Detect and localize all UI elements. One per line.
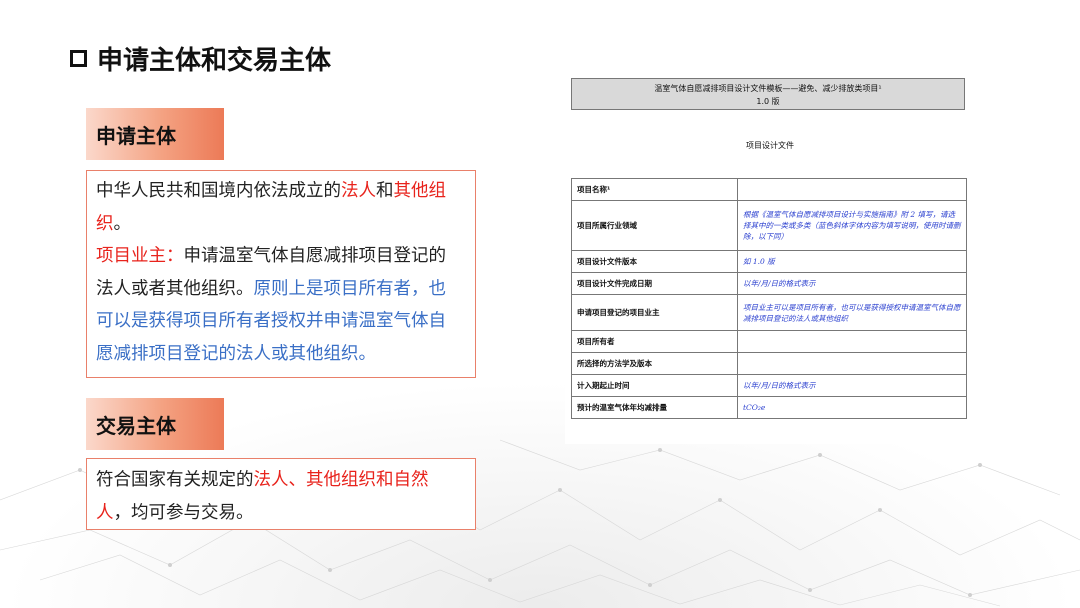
table-row: 项目名称¹ [571, 178, 967, 201]
project-owner-label: 项目业主： [96, 246, 184, 266]
table-row: 预计的温室气体年均减排量 tCO₂e [571, 396, 967, 419]
row-value [737, 178, 967, 201]
doc-subtitle: 项目设计文件 [746, 141, 794, 150]
row-value: tCO₂e [737, 396, 967, 419]
apply-subject-box: 中华人民共和国境内依法成立的法人和其他组织。 项目业主：申请温室气体自愿减排项目… [86, 170, 476, 378]
apply-text-1a: 中华人民共和国境内依法成立的 [96, 181, 341, 201]
row-key: 项目所属行业领域 [571, 200, 738, 251]
doc-header-version: 1.0 版 [756, 97, 780, 106]
table-row: 项目所有者 [571, 330, 967, 353]
table-row: 项目所属行业领域 根据《温室气体自愿减排项目设计与实施指南》附 2 填写，请选择其… [571, 200, 967, 251]
apply-text-legal-person: 法人 [341, 181, 376, 201]
row-key: 项目设计文件版本 [571, 250, 738, 273]
row-value [737, 352, 967, 375]
table-row: 计入期起止时间 以年/月/日的格式表示 [571, 374, 967, 397]
row-value: 项目业主可以是项目所有者，也可以是获得授权申请温室气体自愿减排项目登记的法人或其… [737, 294, 967, 331]
row-key: 计入期起止时间 [571, 374, 738, 397]
design-document-image: 温室气体自愿减排项目设计文件模板——避免、减少排放类项目¹ 1.0 版 项目设计… [565, 72, 975, 444]
row-value: 如 1.0 版 [737, 250, 967, 273]
trade-subject-box: 符合国家有关规定的法人、其他组织和自然人，均可参与交易。 [86, 458, 476, 530]
doc-table: 项目名称¹ 项目所属行业领域 根据《温室气体自愿减排项目设计与实施指南》附 2 填… [571, 178, 967, 419]
trade-text-a: 符合国家有关规定的 [96, 470, 254, 490]
row-key: 项目设计文件完成日期 [571, 272, 738, 295]
row-key: 项目所有者 [571, 330, 738, 353]
row-value: 以年/月/日的格式表示 [737, 374, 967, 397]
page-title: 申请主体和交易主体 [70, 40, 331, 77]
row-value: 以年/月/日的格式表示 [737, 272, 967, 295]
square-bullet-icon [70, 50, 87, 67]
trade-text-b: ，均可参与交易。 [113, 502, 254, 523]
row-value [737, 330, 967, 353]
table-row: 申请项目登记的项目业主 项目业主可以是项目所有者，也可以是获得授权申请温室气体自愿… [571, 294, 967, 331]
trade-subject-label: 交易主体 [86, 398, 224, 450]
row-key: 项目名称¹ [571, 178, 738, 201]
page-title-text: 申请主体和交易主体 [97, 46, 332, 76]
apply-text-1c: 。 [113, 213, 132, 234]
table-row: 项目设计文件版本如 1.0 版 [571, 250, 967, 273]
apply-subject-label: 申请主体 [86, 108, 224, 160]
table-row: 所选择的方法学及版本 [571, 352, 967, 375]
table-row: 项目设计文件完成日期 以年/月/日的格式表示 [571, 272, 967, 295]
row-value: 根据《温室气体自愿减排项目设计与实施指南》附 2 填写，请选择其中的一类或多类（… [737, 200, 967, 251]
row-key: 申请项目登记的项目业主 [571, 294, 738, 331]
row-key: 预计的温室气体年均减排量 [571, 396, 738, 419]
apply-text-1b: 和 [376, 181, 394, 201]
doc-header-title: 温室气体自愿减排项目设计文件模板——避免、减少排放类项目¹ [654, 84, 882, 93]
row-key: 所选择的方法学及版本 [571, 352, 738, 375]
doc-header: 温室气体自愿减排项目设计文件模板——避免、减少排放类项目¹ 1.0 版 [571, 78, 965, 110]
